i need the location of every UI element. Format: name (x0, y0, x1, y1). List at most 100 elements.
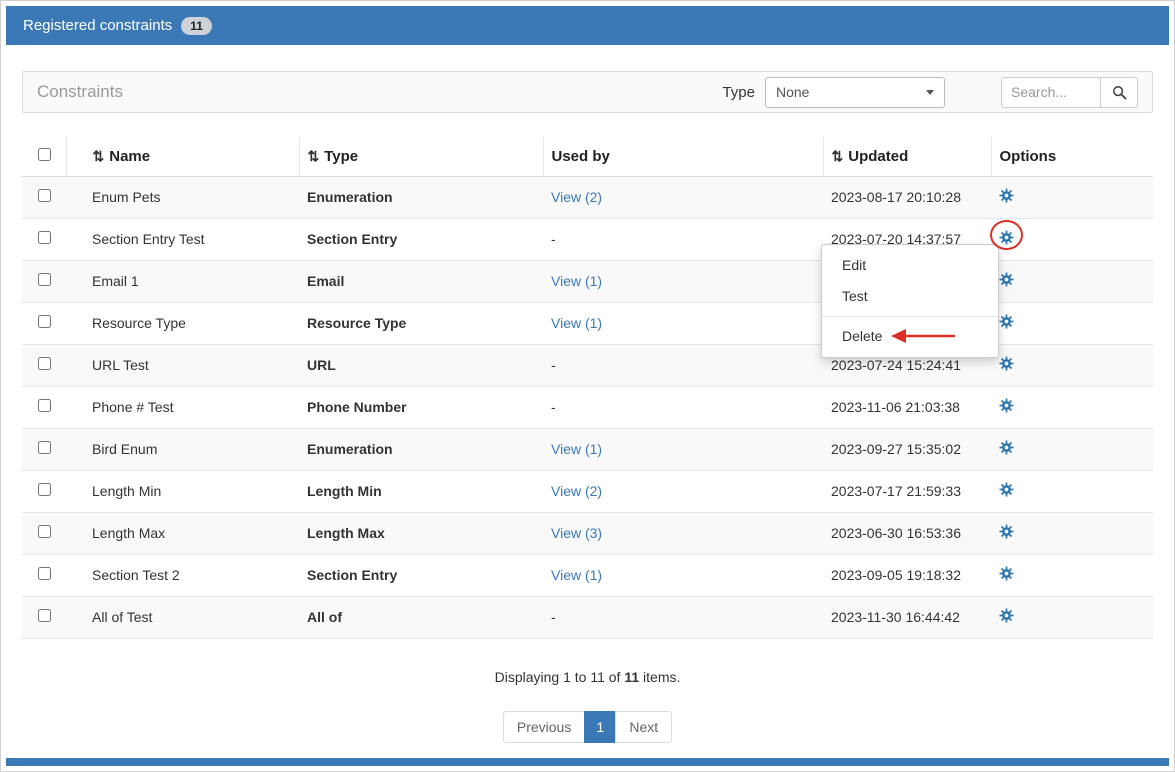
content: Constraints Type None (6, 45, 1169, 743)
page-title: Registered constraints (23, 17, 172, 34)
row-options (991, 471, 1153, 513)
row-checkbox[interactable] (38, 609, 51, 622)
row-select-cell (22, 555, 66, 597)
row-checkbox[interactable] (38, 567, 51, 580)
row-checkbox[interactable] (38, 273, 51, 286)
row-select-cell (22, 513, 66, 555)
row-checkbox[interactable] (38, 441, 51, 454)
row-options (991, 387, 1153, 429)
select-all-checkbox[interactable] (38, 148, 51, 161)
row-checkbox[interactable] (38, 399, 51, 412)
row-name: Email 1 (66, 261, 299, 303)
row-type: Section Entry (299, 555, 543, 597)
row-type: Length Max (299, 513, 543, 555)
column-header-updated[interactable]: ⇅Updated (823, 137, 991, 177)
row-options (991, 345, 1153, 387)
table-row: All of TestAll of- 2023-11-30 16:44:42 (22, 597, 1153, 639)
row-updated: 2023-09-05 19:18:32 (823, 555, 991, 597)
row-name: Length Max (66, 513, 299, 555)
gear-icon[interactable] (999, 188, 1014, 203)
type-select[interactable]: None (765, 77, 945, 108)
used-by-empty: - (551, 399, 556, 415)
menu-item-test[interactable]: Test (822, 281, 998, 312)
pagination: Previous 1 Next (22, 711, 1153, 743)
count-badge: 11 (181, 17, 212, 35)
row-checkbox[interactable] (38, 357, 51, 370)
row-type: Enumeration (299, 429, 543, 471)
row-checkbox[interactable] (38, 231, 51, 244)
row-name: Resource Type (66, 303, 299, 345)
row-options (991, 597, 1153, 639)
gear-icon[interactable] (999, 230, 1014, 245)
gear-icon[interactable] (999, 482, 1014, 497)
row-updated: 2023-09-27 15:35:02 (823, 429, 991, 471)
row-name: Section Entry Test (66, 219, 299, 261)
search-input[interactable] (1001, 77, 1101, 108)
row-used-by: - (543, 597, 823, 639)
row-select-cell (22, 471, 66, 513)
pagination-next[interactable]: Next (615, 711, 672, 743)
used-by-empty: - (551, 357, 556, 373)
header-select-cell (22, 137, 66, 177)
gear-icon[interactable] (999, 356, 1014, 371)
type-label: Type (722, 84, 755, 101)
row-updated: 2023-08-17 20:10:28 (823, 177, 991, 219)
table-row: Section Test 2Section Entry View (1) 2023-… (22, 555, 1153, 597)
context-menu: Edit Test Delete (821, 244, 999, 358)
gear-icon[interactable] (999, 398, 1014, 413)
gear-icon[interactable] (999, 440, 1014, 455)
row-type: Resource Type (299, 303, 543, 345)
row-used-by: View (1) (543, 429, 823, 471)
search-button[interactable] (1101, 77, 1138, 108)
gear-icon[interactable] (999, 566, 1014, 581)
used-by-empty: - (551, 609, 556, 625)
row-name: All of Test (66, 597, 299, 639)
row-type: All of (299, 597, 543, 639)
gear-icon[interactable] (999, 314, 1014, 329)
row-select-cell (22, 345, 66, 387)
row-name: Enum Pets (66, 177, 299, 219)
row-checkbox[interactable] (38, 315, 51, 328)
row-name: Section Test 2 (66, 555, 299, 597)
sort-icon: ⇅ (93, 148, 105, 164)
gear-icon[interactable] (999, 272, 1014, 287)
menu-item-delete[interactable]: Delete (822, 321, 998, 352)
table-row: Length MinLength MinView (2)2023-07-17 2… (22, 471, 1153, 513)
column-header-type[interactable]: ⇅Type (299, 137, 543, 177)
row-select-cell (22, 387, 66, 429)
gear-icon[interactable] (999, 524, 1014, 539)
used-by-link[interactable]: View (2) (551, 483, 602, 499)
row-checkbox[interactable] (38, 525, 51, 538)
row-used-by: View (1) (543, 261, 823, 303)
menu-item-edit[interactable]: Edit (822, 250, 998, 281)
menu-divider (822, 316, 998, 317)
row-type: Length Min (299, 471, 543, 513)
used-by-link[interactable]: View (1) (551, 273, 602, 289)
constraints-table: ⇅Name ⇅Type Used by ⇅Updated Options (22, 137, 1153, 639)
used-by-link[interactable]: View (1) (551, 441, 602, 457)
row-options (991, 177, 1153, 219)
row-type: URL (299, 345, 543, 387)
row-updated: 2023-11-30 16:44:42 (823, 597, 991, 639)
panel-header: Constraints Type None (22, 71, 1153, 113)
column-header-name[interactable]: ⇅Name (66, 137, 299, 177)
row-used-by: - (543, 387, 823, 429)
used-by-link[interactable]: View (1) (551, 315, 602, 331)
gear-icon[interactable] (999, 608, 1014, 623)
row-used-by: - (543, 345, 823, 387)
row-used-by: View (1) (543, 303, 823, 345)
row-options (991, 261, 1153, 303)
row-updated: 2023-11-06 21:03:38 (823, 387, 991, 429)
row-type: Email (299, 261, 543, 303)
row-select-cell (22, 219, 66, 261)
used-by-link[interactable]: View (2) (551, 189, 602, 205)
row-checkbox[interactable] (38, 483, 51, 496)
pagination-previous[interactable]: Previous (503, 711, 585, 743)
row-options (991, 429, 1153, 471)
used-by-link[interactable]: View (3) (551, 525, 602, 541)
pagination-page-1[interactable]: 1 (584, 711, 616, 743)
row-name: Phone # Test (66, 387, 299, 429)
row-checkbox[interactable] (38, 189, 51, 202)
table-row: Phone # TestPhone Number-2023-11-06 21:0… (22, 387, 1153, 429)
used-by-link[interactable]: View (1) (551, 567, 602, 583)
